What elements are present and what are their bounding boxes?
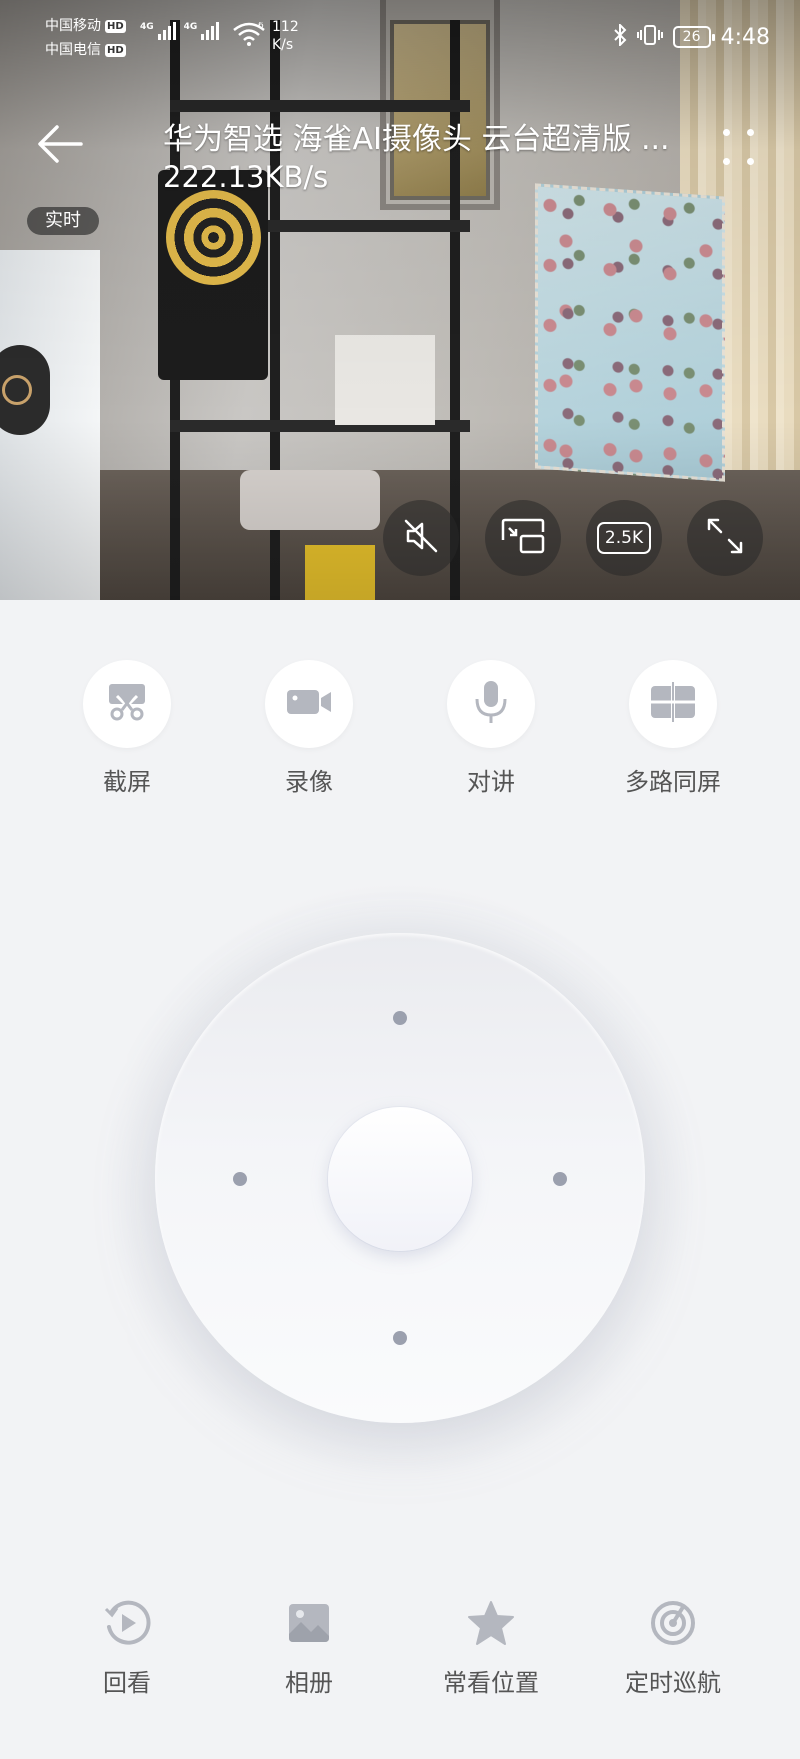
- bluetooth-icon: [613, 22, 627, 50]
- bottom-label: 回看: [103, 1669, 151, 1697]
- carrier-1: 中国移动 HD: [45, 18, 126, 35]
- bottom-label: 相册: [285, 1669, 333, 1697]
- microphone-icon: [473, 679, 509, 729]
- action-row: 截屏 录像 对讲 多路同屏: [0, 660, 800, 800]
- pip-button[interactable]: [485, 500, 561, 576]
- action-label: 对讲: [467, 768, 515, 796]
- cell-signal-icon: 4G: [140, 22, 176, 40]
- video-camera-icon: [285, 687, 333, 721]
- multi-screen-button[interactable]: 多路同屏: [593, 660, 753, 800]
- hd-badge: HD: [105, 20, 126, 33]
- hd-badge: HD: [105, 44, 126, 57]
- svg-text:6: 6: [258, 22, 264, 31]
- live-badge: 实时: [27, 207, 99, 235]
- speed-value: 112: [272, 19, 299, 35]
- vibrate-icon: [636, 24, 663, 50]
- battery-icon: 26: [672, 26, 715, 48]
- action-label: 录像: [285, 768, 333, 796]
- bitrate: 222.13KB/s: [163, 160, 329, 194]
- ptz-up-dot[interactable]: [393, 1011, 407, 1025]
- more-dots-icon: [723, 129, 730, 136]
- ptz-right-dot[interactable]: [553, 1172, 567, 1186]
- network-type: 4G: [140, 22, 154, 32]
- cell-signal-icon: 4G: [184, 22, 220, 40]
- carrier-2-name: 中国电信: [45, 42, 101, 58]
- action-label: 多路同屏: [625, 768, 721, 796]
- split-screen-icon: [649, 680, 697, 728]
- playback-button[interactable]: 回看: [47, 1595, 207, 1715]
- speed-unit: K/s: [272, 37, 294, 53]
- scheduled-cruise-button[interactable]: 定时巡航: [593, 1595, 753, 1715]
- status-bar: 中国移动 HD 中国电信 HD 4G 4G 6 112 K/s 26 4:48: [0, 0, 800, 70]
- more-options-button[interactable]: [715, 125, 763, 173]
- mute-button[interactable]: [383, 500, 459, 576]
- wifi-icon: 6: [232, 21, 266, 50]
- bottom-nav: 回看 相册 常看位置 定时巡航: [0, 1595, 800, 1715]
- fullscreen-icon: [705, 516, 745, 560]
- action-circle: [629, 660, 717, 748]
- signal-icons: 4G 4G: [140, 22, 220, 40]
- device-title: 华为智选 海雀AI摄像头 云台超清版 ...: [163, 122, 670, 157]
- record-button[interactable]: 录像: [229, 660, 389, 800]
- gallery-button[interactable]: 相册: [229, 1595, 389, 1715]
- speaker-muted-icon: [402, 517, 440, 559]
- carrier-2: 中国电信 HD: [45, 42, 126, 59]
- action-circle: [447, 660, 535, 748]
- status-right: 26 4:48: [613, 22, 770, 50]
- fullscreen-button[interactable]: [687, 500, 763, 576]
- battery-level: 26: [682, 29, 701, 45]
- ptz-center-knob[interactable]: [328, 1107, 472, 1251]
- resolution-label: 2.5K: [596, 522, 652, 554]
- intercom-button[interactable]: 对讲: [411, 660, 571, 800]
- gallery-icon: [281, 1595, 337, 1651]
- playback-icon: [99, 1595, 155, 1651]
- ptz-left-dot[interactable]: [233, 1172, 247, 1186]
- ptz-down-dot[interactable]: [393, 1331, 407, 1345]
- clock: 4:48: [720, 24, 770, 50]
- cruise-icon: [645, 1595, 701, 1651]
- bottom-label: 定时巡航: [625, 1669, 721, 1697]
- network-type: 4G: [183, 22, 198, 32]
- bottom-label: 常看位置: [443, 1669, 539, 1697]
- action-circle: [83, 660, 171, 748]
- back-button[interactable]: [34, 120, 86, 172]
- favorite-positions-button[interactable]: 常看位置: [411, 1595, 571, 1715]
- resolution-button[interactable]: 2.5K: [586, 500, 662, 576]
- action-circle: [265, 660, 353, 748]
- carrier-1-name: 中国移动: [45, 18, 101, 34]
- scissors-icon: [105, 682, 149, 726]
- arrow-left-icon: [37, 124, 83, 168]
- screenshot-button[interactable]: 截屏: [47, 660, 207, 800]
- star-icon: [463, 1595, 519, 1651]
- picture-in-picture-icon: [501, 518, 545, 558]
- network-speed: 112 K/s: [272, 18, 299, 54]
- action-label: 截屏: [103, 768, 151, 796]
